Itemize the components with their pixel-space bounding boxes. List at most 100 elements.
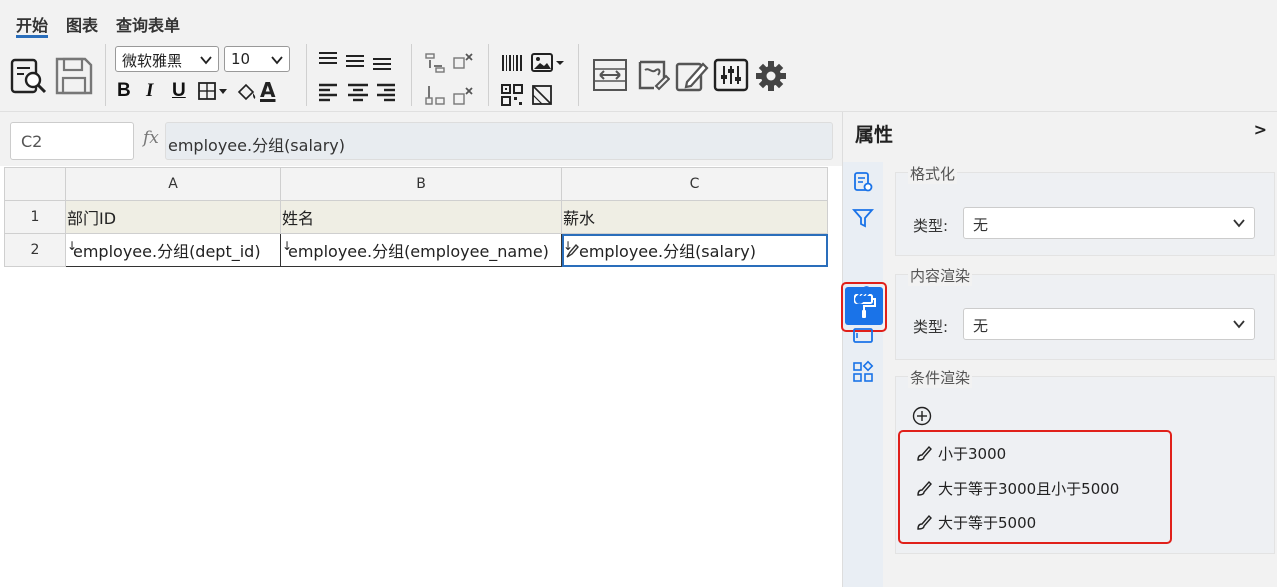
chevron-down-icon <box>1232 216 1246 234</box>
cell-a2-value: employee.分组(dept_id) <box>73 242 261 261</box>
settings-sliders-icon[interactable] <box>713 58 749 92</box>
toolbar-separator <box>306 44 307 106</box>
font-color-letter: A <box>260 78 276 102</box>
column-header-row: A B C <box>4 167 828 201</box>
add-rule-button[interactable] <box>912 406 932 426</box>
menu-bar: 开始 图表 查询表单 <box>0 0 1277 40</box>
fill-color-icon[interactable] <box>236 82 258 102</box>
spreadsheet-grid: A B C 1 部门ID 姓名 薪水 2 ↓employee.分组(dept_i… <box>4 167 828 267</box>
font-color-icon[interactable]: A <box>260 78 275 102</box>
slash-cell-icon[interactable] <box>531 84 553 106</box>
cell-b2[interactable]: ↓employee.分组(employee_name) <box>280 233 562 267</box>
conditional-render-title: 条件渲染 <box>908 367 973 388</box>
align-left-icon[interactable] <box>318 82 338 102</box>
barcode-icon[interactable] <box>501 54 523 72</box>
link-icon[interactable] <box>851 283 875 307</box>
edit-icon[interactable] <box>675 58 709 92</box>
brush-icon <box>917 480 932 496</box>
rule-item[interactable]: 大于等于5000 <box>916 512 1036 533</box>
content-render-title: 内容渲染 <box>908 265 973 286</box>
cell-c2-value: employee.分组(salary) <box>579 242 756 261</box>
toolbar-separator <box>578 44 579 106</box>
column-header-a[interactable]: A <box>65 167 281 201</box>
toolbar: 微软雅黑 10 B I U A <box>0 40 1277 112</box>
expand-right-icon[interactable] <box>424 84 446 106</box>
content-type-select[interactable]: 无 <box>963 308 1255 340</box>
cell-c2[interactable]: ↓ employee.分组(salary) <box>561 233 828 267</box>
formula-input[interactable]: employee.分组(salary) <box>165 122 833 160</box>
align-top-icon[interactable] <box>318 50 338 68</box>
toolbar-separator <box>488 44 489 106</box>
chevron-down-icon <box>200 52 212 70</box>
format-type-value: 无 <box>973 216 989 234</box>
fx-icon: fx <box>143 128 159 148</box>
preview-icon[interactable] <box>10 58 48 96</box>
panel-tab-bar <box>841 162 887 587</box>
cell-a1[interactable]: 部门ID <box>65 200 281 234</box>
cell-b1[interactable]: 姓名 <box>280 200 562 234</box>
underline-button[interactable]: U <box>172 80 186 102</box>
column-width-icon[interactable] <box>592 58 628 92</box>
font-family-value: 微软雅黑 <box>122 52 183 70</box>
brush-icon <box>917 445 932 461</box>
cell-reference-field[interactable]: C2 <box>10 122 134 160</box>
tab-chart[interactable]: 图表 <box>66 12 98 36</box>
toolbar-separator <box>411 44 412 106</box>
chevron-down-icon <box>1232 317 1246 335</box>
align-right-icon[interactable] <box>376 82 396 102</box>
chevron-down-icon <box>271 52 283 70</box>
table-row: 2 ↓employee.分组(dept_id) ↓employee.分组(emp… <box>4 233 828 267</box>
image-icon[interactable] <box>531 53 565 73</box>
format-type-label: 类型: <box>913 217 949 235</box>
clear-cell-icon[interactable] <box>452 84 474 106</box>
tab-query-form[interactable]: 查询表单 <box>116 12 180 36</box>
font-size-select[interactable]: 10 <box>224 46 290 72</box>
font-size-value: 10 <box>231 50 251 68</box>
content-type-value: 无 <box>973 317 989 335</box>
bold-button[interactable]: B <box>117 80 131 102</box>
active-tab-indicator <box>16 35 48 38</box>
align-center-icon[interactable] <box>347 82 369 102</box>
format-section: 格式化 类型: 无 <box>895 163 1275 256</box>
panel-title: 属性 <box>855 124 894 146</box>
delete-cell-icon[interactable] <box>452 52 474 74</box>
formula-bar: C2 fx employee.分组(salary) <box>0 112 842 166</box>
properties-panel: 属性 > 格式化 类型: 无 内容渲染 类型: 无 条件渲染 小于3000 大于… <box>841 112 1277 587</box>
column-header-c[interactable]: C <box>561 167 828 201</box>
layout-icon[interactable] <box>851 323 875 347</box>
components-icon[interactable] <box>851 360 875 384</box>
filter-icon[interactable] <box>851 206 875 230</box>
align-bottom-icon[interactable] <box>372 54 392 72</box>
cell-a2[interactable]: ↓employee.分组(dept_id) <box>65 233 281 267</box>
collapse-panel-button[interactable]: > <box>1254 120 1267 139</box>
format-type-select[interactable]: 无 <box>963 207 1255 239</box>
tab-start[interactable]: 开始 <box>16 12 48 36</box>
qrcode-icon[interactable] <box>501 84 523 106</box>
rule-label: 大于等于5000 <box>938 514 1037 532</box>
grid-corner[interactable] <box>4 167 66 201</box>
border-icon[interactable] <box>198 82 228 102</box>
cell-c1[interactable]: 薪水 <box>561 200 828 234</box>
expand-down-icon[interactable] <box>424 52 446 74</box>
content-type-label: 类型: <box>913 318 949 336</box>
cell-b2-value: employee.分组(employee_name) <box>288 242 549 261</box>
content-render-section: 内容渲染 类型: 无 <box>895 265 1275 360</box>
table-row: 1 部门ID 姓名 薪水 <box>4 200 828 234</box>
align-middle-icon[interactable] <box>345 52 365 70</box>
cell-settings-icon[interactable] <box>851 170 875 194</box>
column-header-b[interactable]: B <box>280 167 562 201</box>
rule-item[interactable]: 大于等于3000且小于5000 <box>916 478 1119 499</box>
rule-label: 大于等于3000且小于5000 <box>938 480 1120 498</box>
gear-icon[interactable] <box>755 60 787 92</box>
sign-icon[interactable] <box>636 58 670 92</box>
font-family-select[interactable]: 微软雅黑 <box>115 46 219 72</box>
italic-button[interactable]: I <box>146 80 153 102</box>
row-header-2[interactable]: 2 <box>4 233 66 267</box>
brush-icon <box>917 514 932 530</box>
row-header-1[interactable]: 1 <box>4 200 66 234</box>
rule-item[interactable]: 小于3000 <box>916 443 1006 464</box>
conditional-render-section: 条件渲染 小于3000 大于等于3000且小于5000 大于等于5000 <box>895 367 1275 554</box>
report-designer: 开始 图表 查询表单 微软雅黑 10 B I U A C2 fx employe… <box>0 0 1277 587</box>
rule-label: 小于3000 <box>938 445 1007 463</box>
save-icon[interactable] <box>54 56 94 96</box>
